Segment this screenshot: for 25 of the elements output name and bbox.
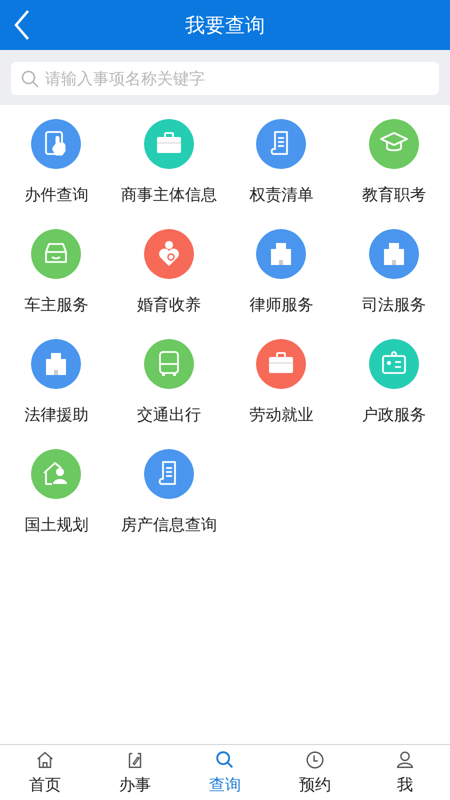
service-item[interactable]: 商事主体信息 xyxy=(112,119,225,207)
tab[interactable]: 我 xyxy=(360,745,450,800)
service-item[interactable]: 车主服务 xyxy=(0,229,112,317)
service-item[interactable]: 劳动就业 xyxy=(225,339,338,427)
search-icon xyxy=(214,748,236,770)
service-item[interactable]: 婚育收养 xyxy=(112,229,225,317)
service-item[interactable]: 教育职考 xyxy=(338,119,450,207)
back-icon xyxy=(12,8,32,42)
tab[interactable]: 查询 xyxy=(180,745,270,800)
tab[interactable]: 预约 xyxy=(270,745,360,800)
service-item[interactable]: 户政服务 xyxy=(338,339,450,427)
clock-icon xyxy=(304,748,326,770)
service-item[interactable]: 房产信息查询 xyxy=(112,449,225,537)
tab[interactable]: 办事 xyxy=(90,745,180,800)
page-title: 我要查询 xyxy=(185,12,265,39)
service-item[interactable]: 办件查询 xyxy=(0,119,112,207)
service-item[interactable]: 司法服务 xyxy=(338,229,450,317)
service-item[interactable]: 律师服务 xyxy=(225,229,338,317)
search-field[interactable]: 请输入事项名称关键字 xyxy=(11,62,439,95)
service-item[interactable]: 法律援助 xyxy=(0,339,112,427)
service-item[interactable]: 国土规划 xyxy=(0,449,112,537)
service-item[interactable]: 交通出行 xyxy=(112,339,225,427)
person-icon xyxy=(394,748,416,770)
service-item[interactable]: 权责清单 xyxy=(225,119,338,207)
tab[interactable]: 首页 xyxy=(0,745,90,800)
